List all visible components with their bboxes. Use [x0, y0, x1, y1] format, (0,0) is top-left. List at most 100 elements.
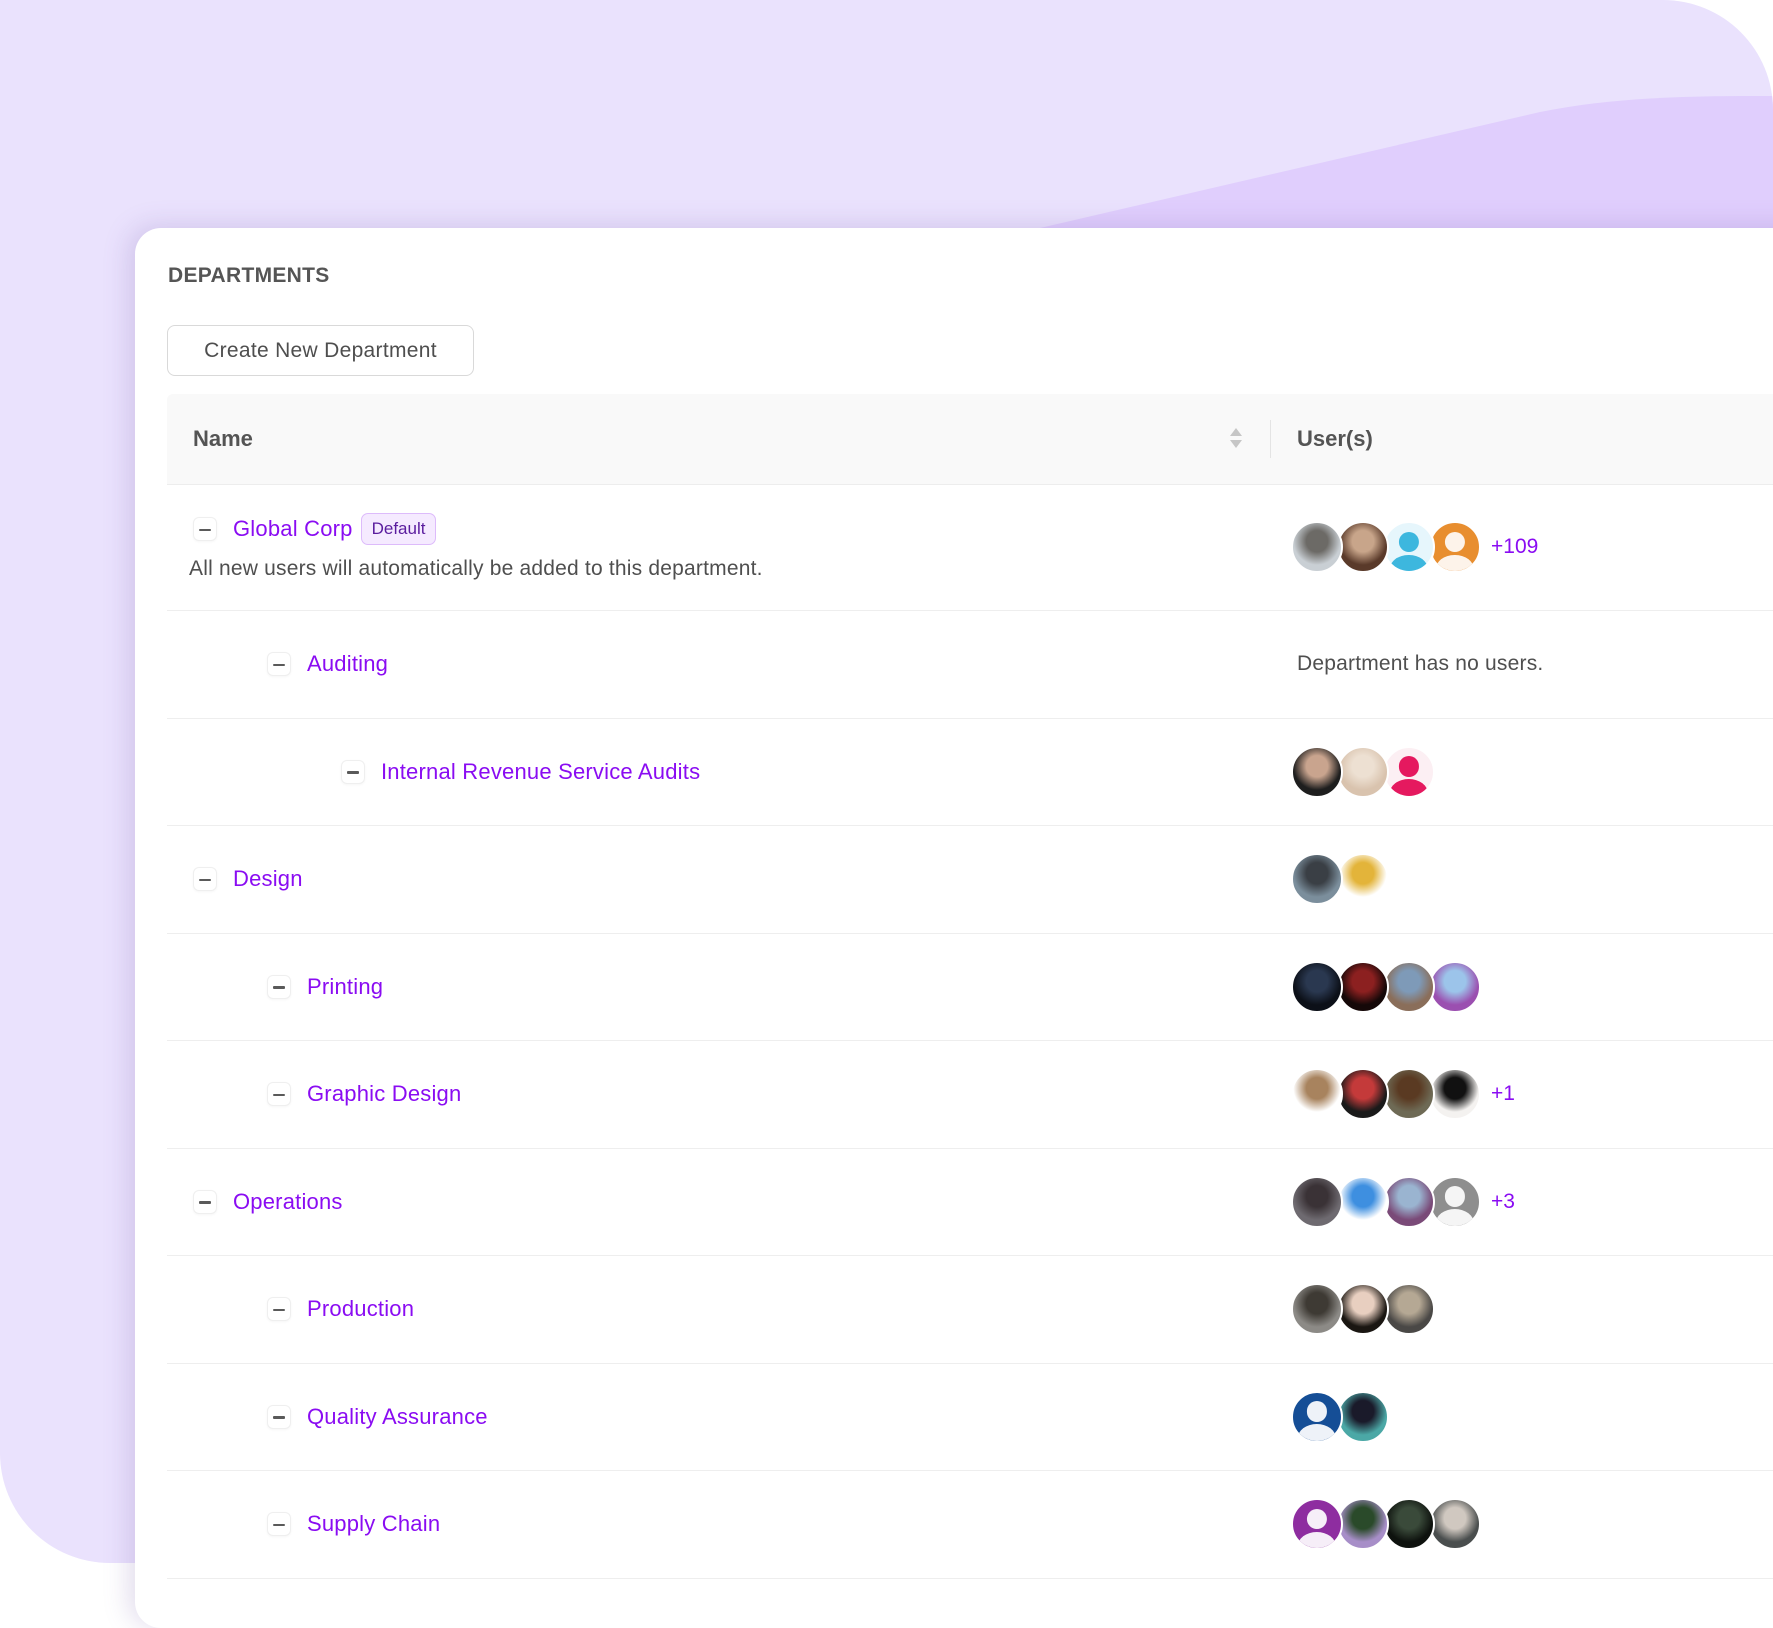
collapse-toggle-minus-icon[interactable]	[267, 652, 291, 677]
department-name-cell: Quality Assurance	[267, 1364, 488, 1471]
department-link[interactable]: Graphic Design	[307, 1081, 461, 1107]
table-row: Quality Assurance	[167, 1364, 1773, 1471]
collapse-toggle-minus-icon[interactable]	[267, 1404, 291, 1429]
department-name-line: Auditing	[267, 651, 388, 677]
department-link[interactable]: Quality Assurance	[307, 1404, 488, 1430]
default-badge: Default	[360, 513, 437, 545]
table-row: Design	[167, 826, 1773, 934]
user-avatar[interactable]	[1337, 960, 1389, 1013]
department-link[interactable]: Production	[307, 1296, 414, 1322]
more-users-count[interactable]: +109	[1491, 535, 1538, 559]
more-users-count[interactable]: +1	[1491, 1082, 1515, 1106]
department-link[interactable]: Auditing	[307, 651, 388, 677]
department-link[interactable]: Design	[233, 866, 303, 892]
user-avatar[interactable]	[1429, 1068, 1481, 1121]
department-link[interactable]: Internal Revenue Service Audits	[381, 759, 700, 785]
user-avatar[interactable]	[1337, 853, 1389, 906]
department-name-line: Design	[193, 866, 303, 892]
department-name-wrap: Global Corp Default All new users will aut…	[189, 513, 763, 581]
user-avatar[interactable]	[1383, 960, 1435, 1013]
table-row: Global Corp Default All new users will aut…	[167, 484, 1773, 611]
user-silhouette-body	[1297, 1531, 1337, 1549]
user-avatar[interactable]	[1429, 1498, 1481, 1551]
user-avatar[interactable]	[1337, 1498, 1389, 1551]
column-header-name[interactable]: Name	[193, 394, 253, 484]
department-name-cell: Internal Revenue Service Audits	[341, 719, 700, 826]
department-name-cell: Auditing	[267, 611, 388, 718]
departments-card: DEPARTMENTS Create New Department Name U…	[135, 228, 1773, 1628]
table-row: Printing	[167, 934, 1773, 1041]
user-avatar[interactable]	[1337, 1390, 1389, 1443]
user-avatar[interactable]	[1383, 1283, 1435, 1336]
department-name-cell: Global Corp Default All new users will aut…	[189, 484, 763, 610]
department-name-cell: Production	[267, 1256, 414, 1363]
users-cell	[1291, 719, 1435, 826]
user-avatar[interactable]	[1291, 745, 1343, 798]
department-link[interactable]: Global Corp	[233, 516, 353, 542]
default-user-avatar[interactable]	[1383, 521, 1435, 573]
default-user-avatar[interactable]	[1291, 1390, 1343, 1443]
department-name-wrap: Auditing	[267, 651, 388, 677]
collapse-toggle-minus-icon[interactable]	[267, 1512, 291, 1537]
department-name-cell: Supply Chain	[267, 1471, 440, 1578]
user-avatar[interactable]	[1291, 1175, 1343, 1228]
user-silhouette-body	[1389, 554, 1429, 571]
sort-updown-icon[interactable]	[1229, 427, 1243, 449]
department-link[interactable]: Supply Chain	[307, 1511, 440, 1537]
users-cell: +1	[1291, 1041, 1515, 1148]
department-name-cell: Design	[193, 826, 303, 933]
department-name-line: Global Corp Default	[193, 513, 763, 545]
users-cell	[1291, 1364, 1389, 1471]
department-link[interactable]: Printing	[307, 974, 383, 1000]
table-row: Auditing Department has no users.	[167, 611, 1773, 719]
user-avatar[interactable]	[1337, 745, 1389, 798]
department-name-line: Internal Revenue Service Audits	[341, 759, 700, 785]
column-divider	[1270, 420, 1271, 458]
department-name-cell: Operations	[193, 1149, 343, 1256]
collapse-toggle-minus-icon[interactable]	[193, 1189, 217, 1214]
collapse-toggle-minus-icon[interactable]	[193, 867, 217, 892]
users-cell	[1291, 934, 1481, 1041]
default-user-avatar[interactable]	[1429, 1175, 1481, 1228]
department-name-wrap: Operations	[193, 1189, 343, 1215]
user-silhouette-body	[1435, 1209, 1475, 1226]
collapse-toggle-minus-icon[interactable]	[267, 1297, 291, 1322]
user-avatar[interactable]	[1291, 1068, 1343, 1121]
user-avatar[interactable]	[1337, 1068, 1389, 1121]
collapse-toggle-minus-icon[interactable]	[267, 974, 291, 999]
collapse-toggle-minus-icon[interactable]	[267, 1082, 291, 1107]
user-avatar[interactable]	[1291, 1283, 1343, 1336]
more-users-count[interactable]: +3	[1491, 1190, 1515, 1214]
department-name-cell: Printing	[267, 934, 383, 1041]
user-avatar[interactable]	[1337, 521, 1389, 573]
default-user-avatar[interactable]	[1429, 521, 1481, 573]
user-silhouette-icon	[1398, 531, 1420, 552]
user-avatar[interactable]	[1337, 1175, 1389, 1228]
department-name-line: Printing	[267, 974, 383, 1000]
users-cell: +3	[1291, 1149, 1515, 1256]
user-avatar[interactable]	[1429, 960, 1481, 1013]
user-avatar[interactable]	[1291, 853, 1343, 906]
department-name-wrap: Graphic Design	[267, 1081, 461, 1107]
department-name-line: Supply Chain	[267, 1511, 440, 1537]
users-cell: +109	[1291, 484, 1538, 610]
department-link[interactable]: Operations	[233, 1189, 343, 1215]
department-name-wrap: Quality Assurance	[267, 1404, 488, 1430]
users-cell	[1291, 1256, 1435, 1363]
departments-table-body: Global Corp Default All new users will aut…	[167, 484, 1773, 1579]
department-name-wrap: Printing	[267, 974, 383, 1000]
user-avatar[interactable]	[1291, 521, 1343, 573]
user-avatar[interactable]	[1383, 1175, 1435, 1228]
user-avatar[interactable]	[1383, 1498, 1435, 1551]
user-avatar[interactable]	[1383, 1068, 1435, 1121]
users-cell	[1291, 826, 1389, 933]
default-user-avatar[interactable]	[1291, 1498, 1343, 1551]
create-new-department-button[interactable]: Create New Department	[167, 325, 474, 376]
table-row: Supply Chain	[167, 1471, 1773, 1579]
user-avatar[interactable]	[1337, 1283, 1389, 1336]
user-avatar[interactable]	[1291, 960, 1343, 1013]
collapse-toggle-minus-icon[interactable]	[341, 759, 365, 784]
default-user-avatar[interactable]	[1383, 745, 1435, 798]
department-name-line: Operations	[193, 1189, 343, 1215]
collapse-toggle-minus-icon[interactable]	[193, 517, 217, 541]
